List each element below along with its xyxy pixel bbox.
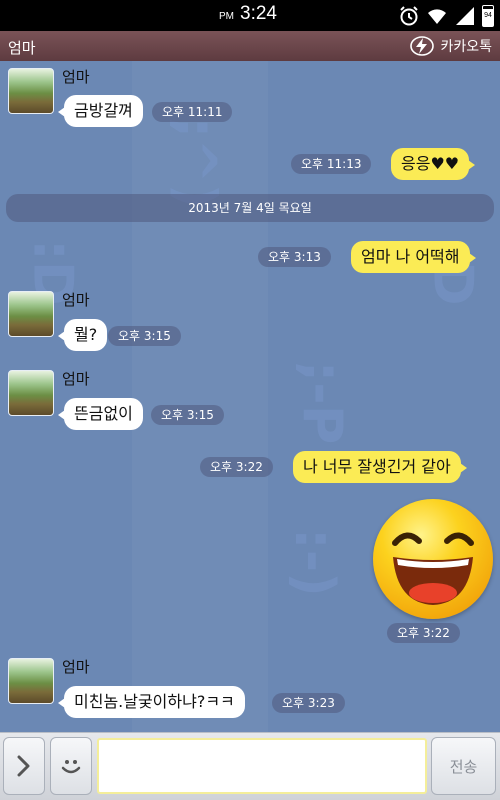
status-icons: 94 [398,5,494,27]
date-divider: 2013년 7월 4일 목요일 [6,194,494,222]
chat-title: 엄마 [8,39,36,57]
status-time: 3:24 [240,3,277,24]
message-time: 오후 3:22 [200,457,273,477]
message-bubble[interactable]: 나 너무 잘생긴거 같아 [293,451,467,483]
message-input[interactable] [97,738,427,794]
title-bar: 엄마 카카오톡 [0,31,500,61]
brand-label: 카카오톡 [440,39,492,55]
message-time: 오후 3:13 [258,247,331,267]
sender-name: 엄마 [62,291,90,309]
battery-icon: 94 [482,5,494,27]
lightning-icon [410,36,435,56]
avatar[interactable] [8,68,54,114]
battery-level: 94 [483,9,493,26]
chat-area[interactable]: ;^) :D ;D ;-P :-) 엄마 금방갈껴 오후 11:11 오후 11… [0,61,500,732]
alarm-icon [400,6,418,26]
message-bubble[interactable]: 뜬금없이 [58,398,143,430]
expand-button[interactable] [3,737,45,795]
wifi-icon [428,9,446,24]
message-time: 오후 3:15 [151,405,224,425]
avatar[interactable] [8,370,54,416]
message-time: 오후 11:13 [291,154,372,174]
signal-icon [456,7,474,25]
laughing-emoticon[interactable] [373,499,493,619]
message-bubble[interactable]: 뭘? [57,319,108,351]
message-bubble[interactable]: 엄마 나 어떡해 [351,241,475,273]
sender-name: 엄마 [62,68,90,86]
emoticon-button[interactable] [50,737,92,795]
message-bubble[interactable]: 금방갈껴 [58,95,143,127]
avatar[interactable] [8,291,54,337]
kakaotalk-brand[interactable]: 카카오톡 [410,36,492,56]
message-bubble[interactable]: 응응♥♥ [391,148,476,180]
send-button[interactable]: 전송 [431,737,496,795]
message-time: 오후 3:22 [387,623,460,643]
input-bar: 전송 [0,732,500,800]
message-time: 오후 3:23 [272,693,345,713]
chevron-right-icon [17,755,30,777]
sender-name: 엄마 [62,658,90,676]
smiley-icon [61,760,81,774]
send-label: 전송 [449,757,478,776]
bg-emoticon: :-) [282,528,346,597]
laughing-face-icon [392,532,474,605]
message-bubble[interactable]: 미친놈.날궂이하냐?ㅋㅋ [58,686,245,718]
message-time: 오후 3:15 [108,326,181,346]
status-bar: PM 3:24 94 [0,0,500,31]
avatar[interactable] [8,658,54,704]
message-time: 오후 11:11 [152,102,233,122]
status-ampm: PM [219,11,234,22]
bg-emoticon: ;-P [290,360,354,445]
sender-name: 엄마 [62,370,90,388]
